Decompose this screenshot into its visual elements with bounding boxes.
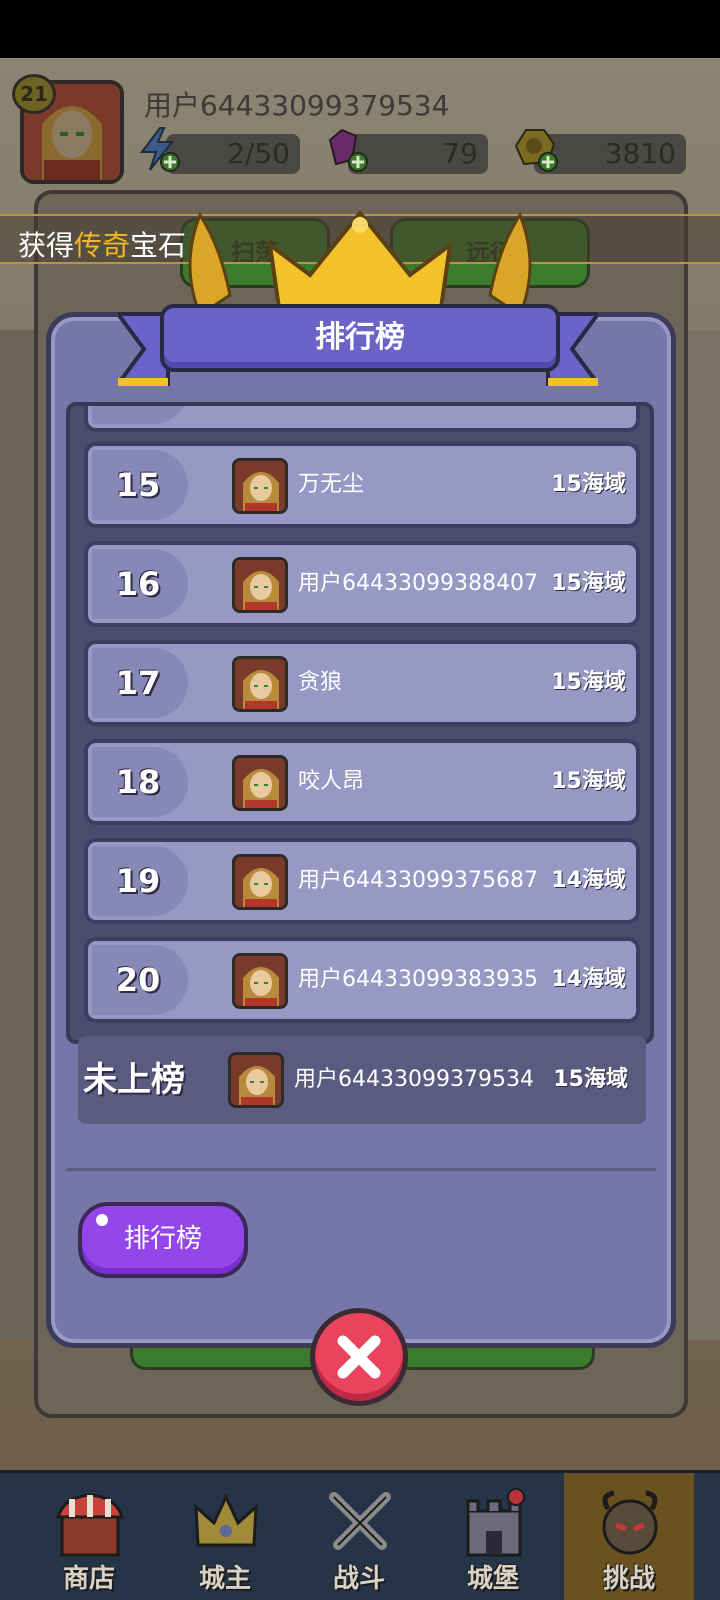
bottom-nav: 商店 城主 战斗 城堡 挑战 (0, 1470, 720, 1600)
nav-castle[interactable]: 城堡 (428, 1473, 558, 1600)
player-zone: 15海域 (551, 670, 626, 695)
player-name: 万无尘 (298, 472, 365, 497)
self-portrait-icon (228, 1052, 284, 1108)
player-zone: 15海域 (551, 769, 626, 794)
castle-icon (466, 1488, 525, 1557)
table-row[interactable]: 15 万无尘 15海域 (84, 442, 640, 528)
player-zone: 14海域 (551, 868, 626, 893)
nav-label: 战斗 (332, 1564, 385, 1594)
energy-plus-icon[interactable] (134, 126, 180, 172)
rank-number: 16 (115, 565, 161, 603)
player-portrait-icon (232, 458, 288, 514)
news-highlight: 传奇 (74, 229, 131, 262)
rank-number: 19 (115, 862, 161, 900)
rank-number: 20 (115, 961, 161, 999)
nav-city-lord[interactable]: 城主 (160, 1473, 290, 1600)
table-row[interactable]: 18 咬人昂 15海域 (84, 739, 640, 825)
coin-plus-icon[interactable] (512, 126, 558, 172)
self-rank-row: 未上榜 用户64433099379534 15海域 (78, 1036, 646, 1124)
player-portrait-icon (232, 755, 288, 811)
close-button[interactable] (310, 1308, 408, 1406)
crown-laurel-icon (188, 209, 532, 315)
nav-challenge[interactable]: 挑战 (564, 1473, 694, 1600)
close-icon (337, 1335, 381, 1379)
gem-counter: 79 (348, 134, 488, 174)
player-zone: 15海域 (551, 571, 626, 596)
shop-icon (55, 1493, 125, 1557)
leaderboard-button[interactable]: 排行榜 (78, 1202, 248, 1278)
rank-number: 17 (115, 664, 161, 702)
nav-battle[interactable]: 战斗 (294, 1473, 424, 1600)
table-row[interactable]: 17 贪狼 15海域 (84, 640, 640, 726)
player-zone: 15海域 (551, 472, 626, 497)
crossed-swords-icon (329, 1492, 391, 1550)
modal-divider (66, 1168, 656, 1171)
table-row-partial (84, 406, 640, 432)
player-username: 用户64433099379534 (144, 89, 450, 122)
nav-label: 挑战 (602, 1564, 655, 1594)
player-name: 咬人昂 (298, 769, 365, 794)
energy-counter: 2/50 (166, 134, 300, 174)
leaderboard-list[interactable]: 15 万无尘 15海域 16 用户64433099388407 15海域 17 … (66, 402, 654, 1044)
modal-title: 排行榜 (160, 304, 560, 372)
player-name: 用户64433099375687 (298, 868, 538, 893)
rank-number: 18 (115, 763, 161, 801)
crown-icon (194, 1493, 258, 1547)
self-name: 用户64433099379534 (294, 1067, 534, 1092)
news-prefix: 获得 (18, 229, 75, 262)
table-row[interactable]: 16 用户64433099388407 15海域 (84, 541, 640, 627)
table-row[interactable]: 19 用户64433099375687 14海域 (84, 838, 640, 924)
rank-pad (92, 406, 188, 424)
level-badge: 21 (12, 74, 56, 114)
rank-number: 15 (115, 466, 161, 504)
button-shine (96, 1214, 108, 1226)
leaderboard-button-label: 排行榜 (123, 1224, 202, 1254)
player-name: 用户64433099383935 (298, 967, 538, 992)
status-bar (0, 0, 720, 58)
nav-label: 商店 (62, 1564, 115, 1594)
nav-shop[interactable]: 商店 (24, 1473, 154, 1600)
gem-plus-icon[interactable] (322, 126, 368, 172)
player-portrait-icon (232, 854, 288, 910)
player-name: 用户64433099388407 (298, 571, 538, 596)
player-zone: 14海域 (551, 967, 626, 992)
player-portrait-icon (232, 656, 288, 712)
demon-icon (602, 1490, 658, 1555)
nav-label: 城堡 (466, 1564, 519, 1594)
player-name: 贪狼 (298, 670, 343, 695)
nav-label: 城主 (198, 1564, 251, 1594)
table-row[interactable]: 20 用户64433099383935 14海域 (84, 937, 640, 1023)
self-zone: 15海域 (553, 1067, 628, 1092)
player-portrait-icon (232, 557, 288, 613)
self-rank-label: 未上榜 (83, 1060, 185, 1100)
player-portrait-icon (232, 953, 288, 1009)
